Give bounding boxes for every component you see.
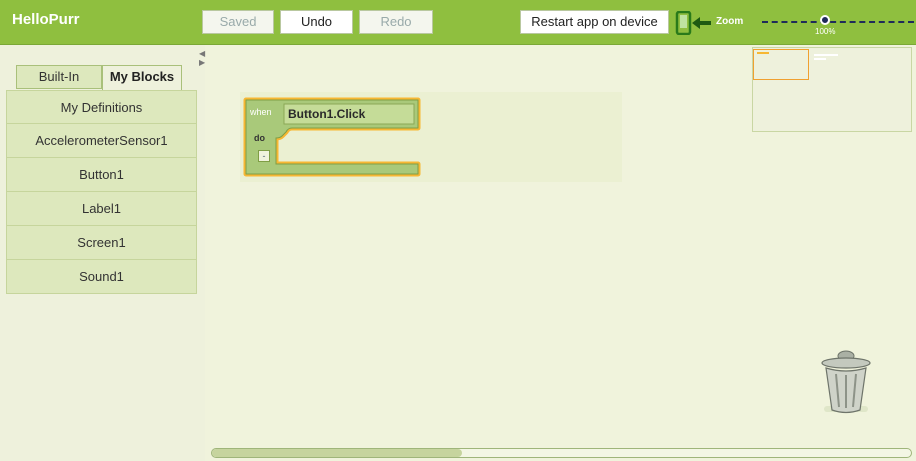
drawer-accelerometersensor1[interactable]: AccelerometerSensor1 [6,124,197,158]
blocks-sidebar: Built-In My Blocks My Definitions Accele… [0,45,205,461]
trash-icon[interactable] [820,346,872,416]
block-collapse-button[interactable]: - [258,150,270,162]
drawer-list: My Definitions AccelerometerSensor1 Butt… [6,90,197,294]
block-when-keyword: when [250,107,272,117]
saved-button[interactable]: Saved [202,10,274,34]
block-do-keyword: do [254,133,265,143]
block-event-name: Button1.Click [288,107,366,121]
restart-app-button[interactable]: Restart app on device [520,10,669,34]
zoom-slider-track[interactable] [762,21,914,23]
tab-my-blocks[interactable]: My Blocks [102,65,182,91]
zoom-label: Zoom [716,16,744,27]
zoom-value: 100% [815,27,836,36]
drawer-label1[interactable]: Label1 [6,192,197,226]
device-connect-icon[interactable] [675,11,713,35]
undo-button[interactable]: Undo [280,10,353,34]
drawer-button1[interactable]: Button1 [6,158,197,192]
redo-button[interactable]: Redo [359,10,433,34]
drawer-my-definitions[interactable]: My Definitions [6,90,197,124]
zoom-slider-knob[interactable] [820,15,830,25]
app-title: HelloPurr [12,11,80,28]
sidebar-collapse-arrows[interactable]: ◀ ▶ [199,49,205,67]
horizontal-scrollbar-thumb[interactable] [212,449,462,457]
minimap-block-preview [814,54,838,60]
drawer-screen1[interactable]: Screen1 [6,226,197,260]
tab-built-in[interactable]: Built-In [16,65,102,89]
drawer-sound1[interactable]: Sound1 [6,260,197,294]
minimap-mark [757,52,769,54]
